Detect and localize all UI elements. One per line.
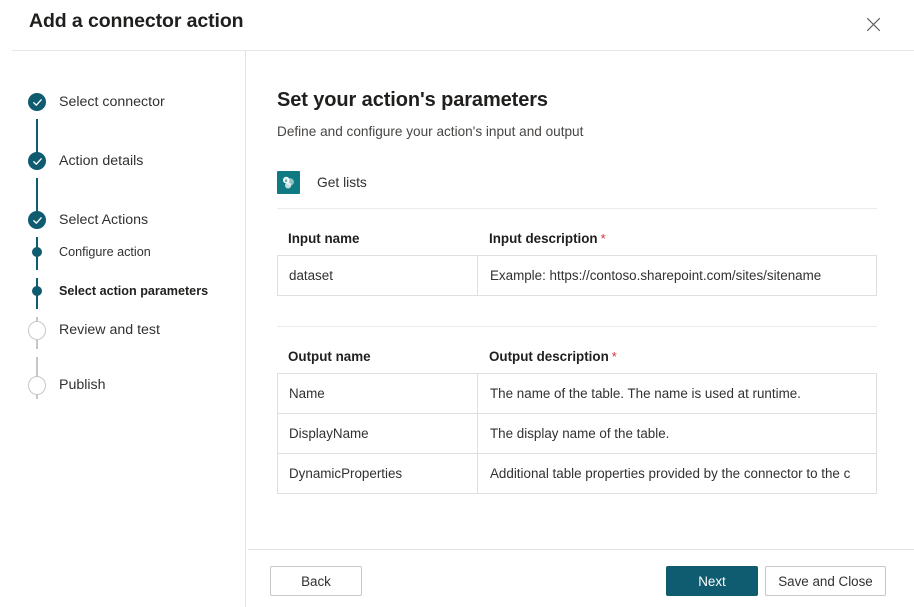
sidebar-step-action-details[interactable]: Action details: [28, 150, 143, 172]
add-connector-action-dialog: Add a connector action Select connector: [0, 0, 914, 607]
input-parameters-section: Input name Input description * dataset Ex…: [277, 223, 909, 296]
input-name-column-header: Input name: [277, 230, 477, 248]
sidebar-step-publish[interactable]: Publish: [28, 374, 106, 396]
step-empty-circle-icon: [28, 321, 46, 339]
sidebar-step-label: Configure action: [59, 245, 151, 259]
output-name-column-header: Output name: [277, 348, 477, 366]
output-description-cell: The display name of the table.: [490, 426, 670, 441]
input-name-cell: dataset: [278, 256, 478, 295]
table-row[interactable]: Name The name of the table. The name is …: [278, 374, 876, 414]
sidebar-step-label: Select action parameters: [59, 284, 209, 298]
output-name-cell: DisplayName: [278, 414, 478, 453]
page-title: Set your action's parameters: [277, 89, 548, 111]
input-table-header-row: Input name Input description *: [277, 223, 909, 255]
table-row[interactable]: DisplayName The display name of the tabl…: [278, 414, 876, 454]
sidebar-step-configure-action[interactable]: Configure action: [28, 241, 151, 263]
output-parameters-section: Output name Output description * Name The…: [277, 341, 909, 494]
column-header-label: Output name: [288, 349, 371, 364]
output-name-cell: Name: [278, 374, 478, 413]
input-parameters-table: dataset Example: https://contoso.sharepo…: [277, 255, 877, 296]
output-description-cell: Additional table properties provided by …: [490, 466, 851, 481]
step-complete-check-icon: [28, 93, 46, 111]
sidebar-step-select-action-parameters[interactable]: Select action parameters: [28, 280, 208, 302]
sidebar-step-label: Review and test: [59, 322, 160, 338]
output-description-column-header: Output description *: [477, 348, 617, 366]
column-header-label: Input name: [288, 231, 360, 246]
main-content: Set your action's parameters Define and …: [246, 51, 914, 549]
output-description-cell: The name of the table. The name is used …: [490, 386, 801, 401]
connector-chip: s Get lists: [277, 171, 367, 194]
dialog-header: Add a connector action: [0, 0, 914, 51]
sidebar-step-select-actions[interactable]: Select Actions: [28, 209, 148, 231]
step-dot-icon: [28, 243, 46, 261]
input-description-cell: Example: https://contoso.sharepoint.com/…: [490, 268, 822, 283]
footer-divider: [248, 549, 914, 550]
input-description-column-header: Input description *: [477, 230, 606, 248]
sidebar-step-label: Select connector: [59, 94, 165, 110]
content-divider-top: [277, 208, 877, 209]
table-row[interactable]: DynamicProperties Additional table prope…: [278, 454, 876, 494]
dialog-title: Add a connector action: [29, 10, 244, 32]
step-complete-check-icon: [28, 211, 46, 229]
sidebar-step-review-and-test[interactable]: Review and test: [28, 319, 160, 341]
output-name-cell: DynamicProperties: [278, 454, 478, 493]
output-table-header-row: Output name Output description *: [277, 341, 909, 373]
svg-text:s: s: [285, 178, 288, 183]
next-button[interactable]: Next: [666, 566, 758, 596]
sidebar-step-label: Select Actions: [59, 212, 149, 228]
sidebar-step-label: Action details: [59, 153, 144, 169]
table-row[interactable]: dataset Example: https://contoso.sharepo…: [278, 256, 876, 296]
content-divider-middle: [277, 326, 877, 327]
save-and-close-button[interactable]: Save and Close: [765, 566, 886, 596]
required-asterisk: *: [611, 349, 617, 364]
required-asterisk: *: [600, 231, 606, 246]
wizard-steps-sidebar: Select connector Action details Select A…: [0, 51, 245, 607]
step-dot-icon: [28, 282, 46, 300]
column-header-label: Output description: [489, 349, 609, 364]
step-empty-circle-icon: [28, 376, 46, 394]
column-header-label: Input description: [489, 231, 598, 246]
output-parameters-table: Name The name of the table. The name is …: [277, 373, 877, 494]
sharepoint-icon: s: [277, 171, 300, 194]
close-icon[interactable]: [857, 8, 889, 40]
back-button[interactable]: Back: [270, 566, 362, 596]
sidebar-step-select-connector[interactable]: Select connector: [28, 91, 165, 113]
page-subtitle: Define and configure your action's input…: [277, 124, 584, 139]
sidebar-step-label: Publish: [59, 377, 106, 393]
connector-name: Get lists: [317, 175, 367, 190]
step-complete-check-icon: [28, 152, 46, 170]
